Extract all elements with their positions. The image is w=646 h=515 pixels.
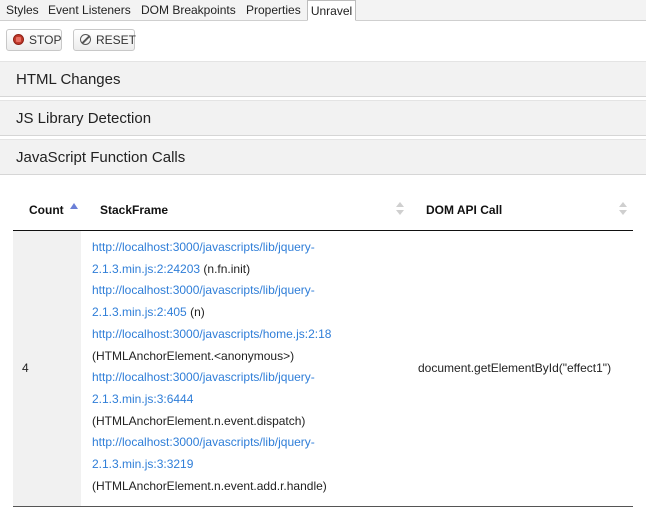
- section-javascript-function-calls[interactable]: JavaScript Function Calls: [0, 139, 646, 175]
- tab-styles[interactable]: Styles: [6, 0, 39, 21]
- stack-line: 2.1.3.min.js:3:6444: [92, 389, 392, 411]
- tab-event-listeners[interactable]: Event Listeners: [48, 0, 131, 21]
- stop-button[interactable]: STOP: [6, 29, 62, 51]
- stack-line: 2.1.3.min.js:3:3219: [92, 454, 392, 476]
- stack-line: 2.1.3.min.js:2:24203 (n.fn.init): [92, 259, 392, 281]
- devtools-tab-bar: Styles Event Listeners DOM Breakpoints P…: [0, 0, 646, 21]
- stack-function: (n): [186, 305, 205, 320]
- stackframe-cell: http://localhost:3000/javascripts/lib/jq…: [92, 237, 392, 497]
- tab-dom-breakpoints[interactable]: DOM Breakpoints: [141, 0, 236, 21]
- stack-link[interactable]: 2.1.3.min.js:2:405: [92, 305, 187, 319]
- stack-line: (HTMLAnchorElement.n.event.dispatch): [92, 411, 392, 433]
- column-header-count[interactable]: Count: [29, 190, 64, 230]
- table-header: Count StackFrame DOM API Call: [13, 190, 633, 231]
- count-cell: 4: [13, 231, 81, 506]
- reset-button[interactable]: RESET: [73, 29, 137, 51]
- dom-api-call-cell: document.getElementById("effect1"): [418, 361, 612, 375]
- stop-icon: [13, 34, 24, 45]
- stack-link[interactable]: 2.1.3.min.js:3:6444: [92, 392, 193, 406]
- stack-link[interactable]: http://localhost:3000/javascripts/lib/jq…: [92, 370, 315, 384]
- stack-link[interactable]: http://localhost:3000/javascripts/lib/jq…: [92, 283, 315, 297]
- section-js-library-detection[interactable]: JS Library Detection: [0, 100, 646, 136]
- reset-button-label: RESET: [96, 33, 137, 47]
- column-header-dom-api-call[interactable]: DOM API Call: [426, 190, 502, 230]
- tab-properties[interactable]: Properties: [246, 0, 301, 21]
- sort-icon[interactable]: [396, 202, 404, 217]
- stack-line: (HTMLAnchorElement.<anonymous>): [92, 346, 392, 368]
- stack-line: http://localhost:3000/javascripts/lib/jq…: [92, 237, 392, 259]
- stack-function: (HTMLAnchorElement.n.event.add.r.handle): [92, 478, 327, 493]
- stack-function: (HTMLAnchorElement.n.event.dispatch): [92, 413, 306, 428]
- stack-link[interactable]: http://localhost:3000/javascripts/home.j…: [92, 327, 331, 341]
- sort-icon[interactable]: [619, 202, 627, 217]
- stack-link[interactable]: 2.1.3.min.js:3:3219: [92, 457, 193, 471]
- tab-unravel[interactable]: Unravel: [307, 0, 356, 21]
- count-value: 4: [22, 361, 29, 375]
- stack-line: http://localhost:3000/javascripts/home.j…: [92, 324, 392, 346]
- stack-line: (HTMLAnchorElement.n.event.add.r.handle): [92, 476, 392, 498]
- stack-link[interactable]: http://localhost:3000/javascripts/lib/jq…: [92, 435, 315, 449]
- stack-function: (n.fn.init): [200, 261, 251, 276]
- stack-line: http://localhost:3000/javascripts/lib/jq…: [92, 367, 392, 389]
- stack-function: (HTMLAnchorElement.<anonymous>): [92, 348, 295, 363]
- column-header-stackframe[interactable]: StackFrame: [100, 190, 168, 230]
- stack-line: http://localhost:3000/javascripts/lib/jq…: [92, 432, 392, 454]
- table-row: 4 http://localhost:3000/javascripts/lib/…: [13, 231, 633, 507]
- sort-ascending-icon: [70, 203, 78, 209]
- stop-button-label: STOP: [29, 33, 62, 47]
- stack-line: http://localhost:3000/javascripts/lib/jq…: [92, 280, 392, 302]
- stack-line: 2.1.3.min.js:2:405 (n): [92, 302, 392, 324]
- prohibit-icon: [80, 34, 91, 45]
- section-html-changes[interactable]: HTML Changes: [0, 61, 646, 97]
- stack-link[interactable]: 2.1.3.min.js:2:24203: [92, 262, 200, 276]
- stack-link[interactable]: http://localhost:3000/javascripts/lib/jq…: [92, 240, 315, 254]
